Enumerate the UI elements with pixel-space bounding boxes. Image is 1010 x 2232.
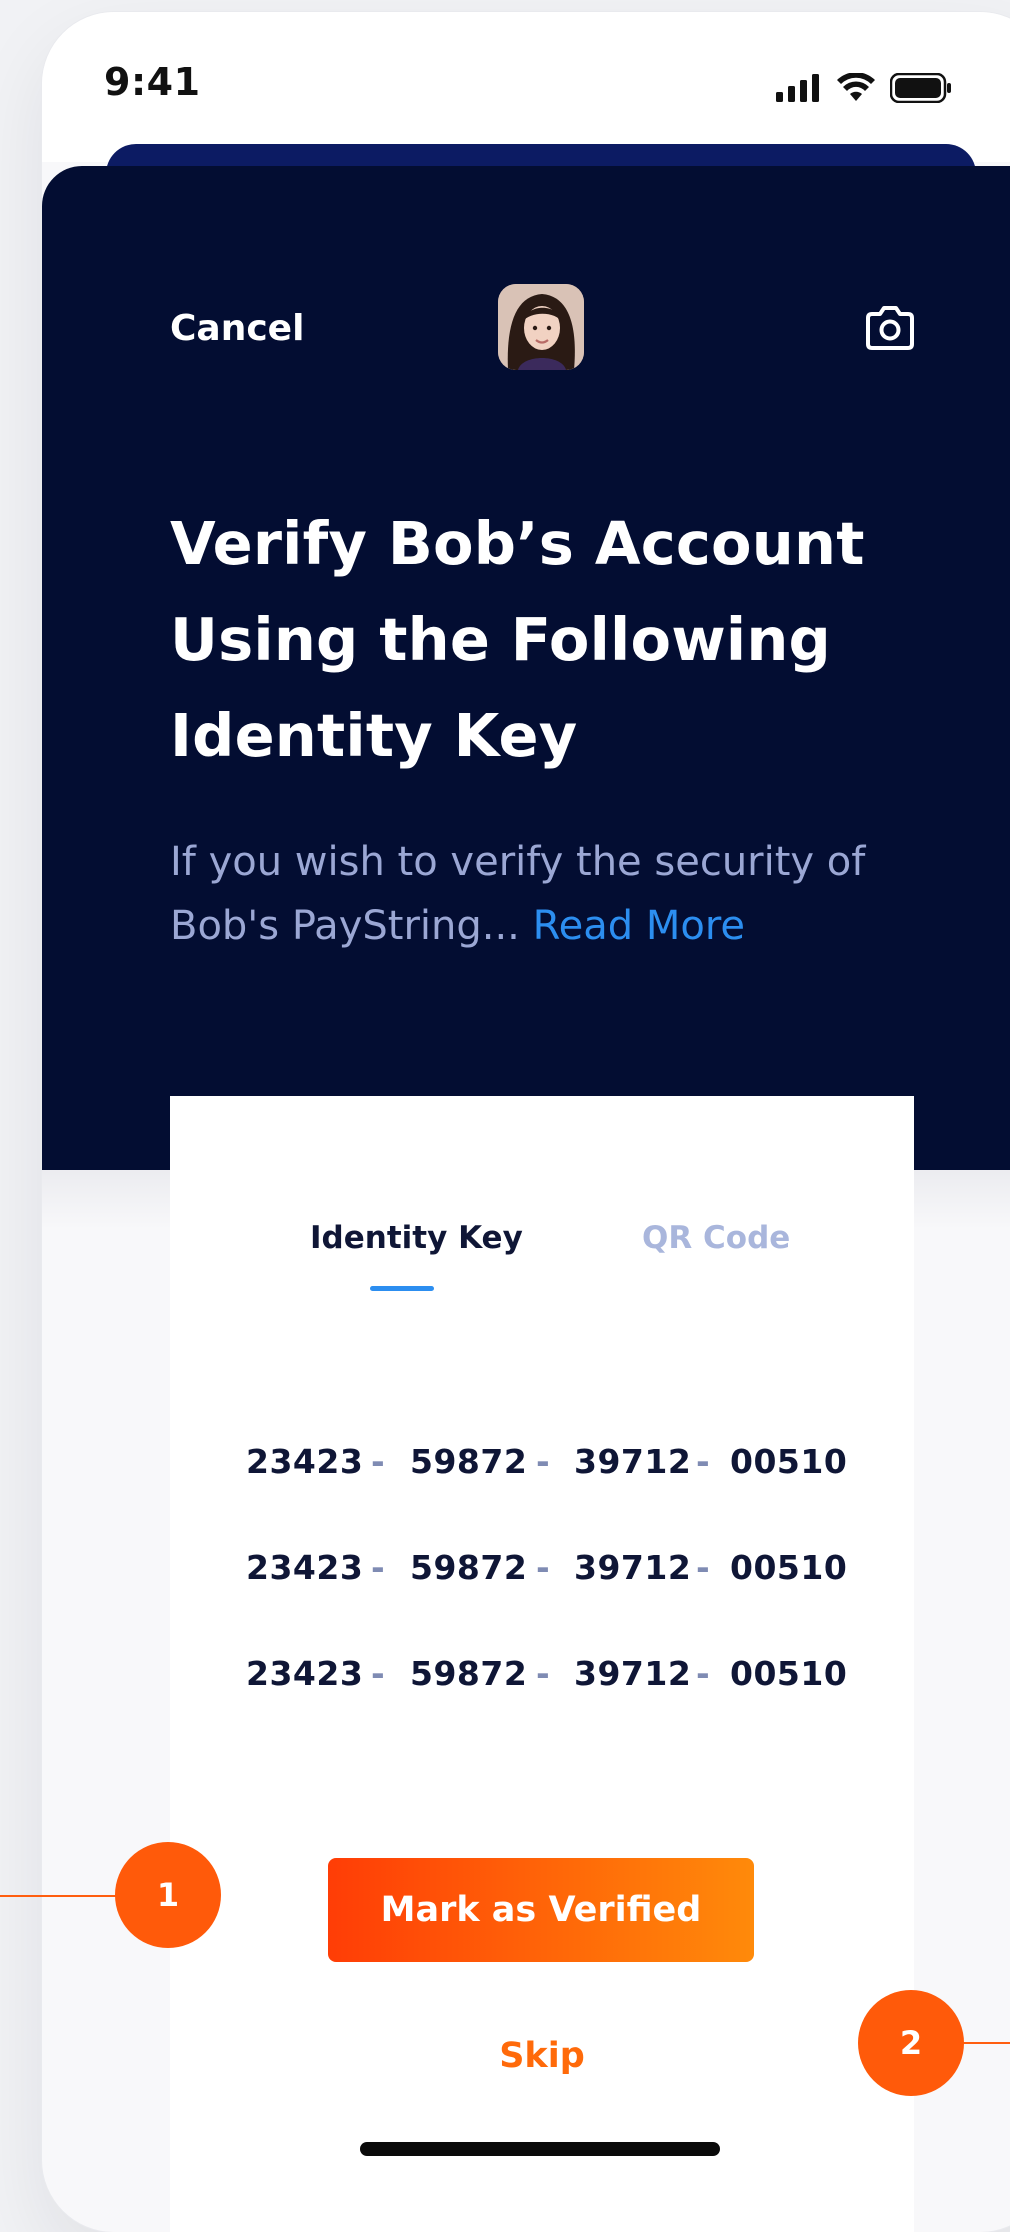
key-separator: -	[536, 1442, 550, 1481]
mark-as-verified-button[interactable]: Mark as Verified	[328, 1858, 754, 1962]
page-title-line: Using the Following	[170, 605, 831, 674]
key-separator: -	[371, 1548, 385, 1587]
tab-qr-code[interactable]: QR Code	[642, 1220, 790, 1256]
key-group: 00510	[730, 1654, 848, 1693]
home-indicator	[360, 2142, 720, 2156]
key-separator: -	[536, 1654, 550, 1693]
key-group: 39712	[574, 1442, 692, 1481]
description-text: If you wish to verify the security of Bo…	[170, 830, 930, 958]
annotation-line	[0, 1895, 118, 1897]
verification-sheet: Cancel Verify Bob’s Account Using the Fo…	[42, 166, 1010, 1170]
key-group: 59872	[410, 1548, 528, 1587]
status-time: 9:41	[104, 60, 201, 104]
page-title-line: Verify Bob’s Account	[170, 509, 865, 578]
key-group: 23423	[246, 1548, 364, 1587]
key-group: 23423	[246, 1442, 364, 1481]
key-group: 59872	[410, 1442, 528, 1481]
identity-key-row: 23423 - 59872 - 39712 - 00510	[170, 1442, 914, 1490]
key-separator: -	[696, 1654, 710, 1693]
status-icons	[776, 70, 952, 106]
key-group: 59872	[410, 1654, 528, 1693]
annotation-badge-2: 2	[858, 1990, 964, 2096]
page-title: Verify Bob’s Account Using the Following…	[170, 496, 970, 784]
annotation-line	[962, 2042, 1010, 2044]
cancel-button[interactable]: Cancel	[170, 308, 304, 349]
key-group: 23423	[246, 1654, 364, 1693]
description-line: If you wish to verify the security of	[170, 839, 866, 885]
battery-icon	[890, 73, 951, 103]
key-separator: -	[696, 1548, 710, 1587]
camera-icon[interactable]	[864, 304, 916, 352]
skip-button[interactable]: Skip	[170, 2036, 914, 2076]
key-separator: -	[696, 1442, 710, 1481]
user-avatar-icon	[498, 284, 584, 370]
wifi-icon	[837, 73, 875, 101]
key-group: 00510	[730, 1442, 848, 1481]
identity-key-row: 23423 - 59872 - 39712 - 00510	[170, 1548, 914, 1596]
key-group: 39712	[574, 1548, 692, 1587]
key-group: 00510	[730, 1548, 848, 1587]
identity-key-row: 23423 - 59872 - 39712 - 00510	[170, 1654, 914, 1702]
active-tab-indicator	[370, 1286, 434, 1291]
signal-icon	[776, 74, 819, 102]
key-separator: -	[536, 1548, 550, 1587]
key-group: 39712	[574, 1654, 692, 1693]
description-line: Bob's PayString...	[170, 903, 533, 949]
tab-identity-key[interactable]: Identity Key	[310, 1220, 523, 1256]
read-more-link[interactable]: Read More	[533, 903, 745, 949]
key-separator: -	[371, 1654, 385, 1693]
identity-key-card: Identity Key QR Code 23423 - 59872 - 397…	[170, 1096, 914, 2232]
annotation-badge-1: 1	[115, 1842, 221, 1948]
page-title-line: Identity Key	[170, 701, 578, 770]
status-bar: 9:41	[42, 12, 1010, 162]
key-separator: -	[371, 1442, 385, 1481]
